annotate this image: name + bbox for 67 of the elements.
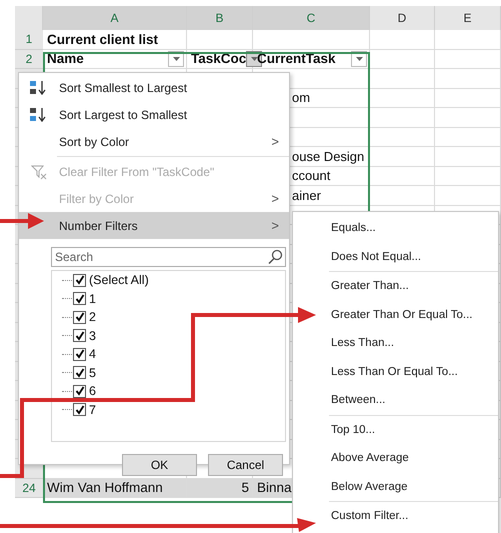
table-cell — [435, 147, 501, 166]
checkbox-label: 2 — [89, 310, 96, 324]
checkbox-label: (Select All) — [89, 273, 149, 288]
table-cell — [370, 50, 435, 69]
table-cell — [370, 88, 435, 108]
checkbox[interactable] — [73, 292, 86, 306]
column-title: TaskCoc — [191, 51, 246, 66]
dialog-button[interactable]: OK — [122, 454, 197, 476]
column-header[interactable]: E — [435, 6, 501, 30]
dropdown-arrow-icon — [172, 56, 180, 61]
checkbox-label: 5 — [89, 366, 96, 380]
table-cell — [370, 147, 435, 166]
table-cell: Current client list — [43, 30, 187, 50]
menu-item[interactable]: Less Than Or Equal To... — [293, 358, 498, 386]
column-header[interactable]: B — [187, 6, 253, 30]
row-header[interactable]: 2 — [15, 50, 43, 69]
checkbox[interactable] — [73, 310, 86, 324]
table-cell: 5 — [187, 478, 253, 498]
table-cell — [370, 166, 435, 186]
table-cell — [435, 69, 501, 88]
table-cell — [435, 128, 501, 147]
menu-item[interactable]: Greater Than... — [293, 272, 498, 300]
checkbox-label: 6 — [89, 384, 96, 398]
dropdown-arrow-icon — [250, 56, 258, 61]
table-cell — [435, 50, 501, 69]
column-title: CurrentTask — [257, 51, 336, 66]
table-cell — [435, 166, 501, 186]
menu-item[interactable]: Above Average — [293, 444, 498, 472]
checkbox-label: 3 — [89, 328, 96, 343]
menu-item[interactable]: Does Not Equal... — [293, 242, 498, 271]
menu-item[interactable]: Custom Filter... — [293, 502, 498, 530]
search-icon — [268, 249, 283, 264]
checkbox-label: 7 — [89, 402, 96, 417]
column-title: Name — [47, 51, 84, 66]
table-cell — [435, 30, 501, 50]
table-cell — [435, 186, 501, 206]
checkbox[interactable] — [73, 348, 86, 361]
menu-item[interactable]: Equals... — [293, 214, 498, 242]
arrow — [0, 213, 44, 229]
checkbox[interactable] — [73, 366, 86, 380]
table-cell — [370, 108, 435, 128]
table-cell — [370, 30, 435, 50]
checkbox[interactable] — [73, 384, 86, 398]
menu-item[interactable]: Number Filters > — [19, 212, 289, 239]
row-header[interactable]: 1 — [15, 30, 43, 50]
row-header[interactable]: 24 — [15, 478, 43, 498]
menu-item[interactable]: Between... — [293, 386, 498, 414]
table-cell — [435, 88, 501, 108]
table-cell: Wim Van Hoffmann — [43, 478, 187, 498]
checkbox[interactable] — [73, 274, 86, 287]
checkbox-label: 4 — [89, 347, 96, 362]
column-header[interactable]: C — [253, 6, 370, 30]
column-header[interactable]: A — [43, 6, 187, 30]
checkbox[interactable] — [73, 329, 86, 342]
table-cell — [370, 69, 435, 88]
clear-filter-icon — [31, 164, 47, 180]
column-header[interactable]: D — [370, 6, 435, 30]
checkbox[interactable] — [73, 403, 86, 416]
dialog-button[interactable]: Cancel — [208, 454, 283, 476]
dropdown-arrow-icon — [356, 56, 362, 61]
menu-item[interactable]: Less Than... — [293, 329, 498, 358]
checkbox-label: 1 — [89, 292, 96, 306]
menu-item[interactable]: Greater Than Or Equal To... — [293, 300, 498, 329]
table-cell — [370, 128, 435, 147]
table-cell — [435, 108, 501, 128]
search-field[interactable]: Search — [51, 247, 286, 267]
menu-item[interactable]: Top 10... — [293, 416, 498, 444]
